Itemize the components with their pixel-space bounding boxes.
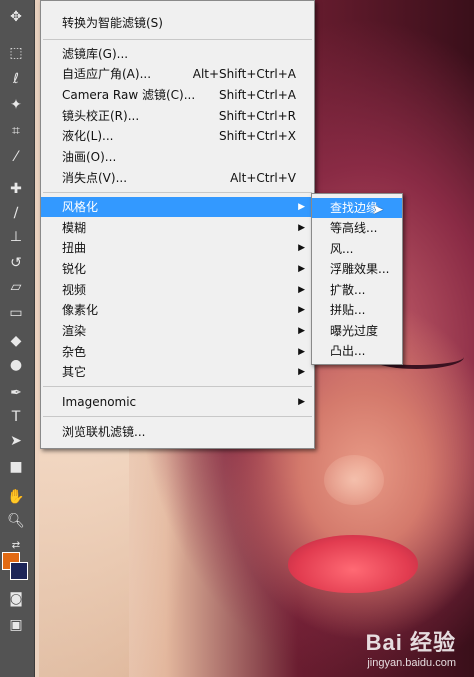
path-selection-tool-icon[interactable]: ➤ — [3, 430, 29, 452]
submenu-item-solarize[interactable]: 曝光过度 — [312, 321, 402, 341]
menu-item-imagenomic[interactable]: Imagenomic ▶ — [41, 392, 314, 412]
menu-item-filter-gallery[interactable]: 滤镜库(G)... — [41, 44, 314, 64]
marquee-tool-icon[interactable]: ⬚ — [3, 42, 29, 64]
menu-separator — [43, 39, 312, 40]
menu-item-noise[interactable]: 杂色 ▶ — [41, 342, 314, 362]
submenu-item-wind[interactable]: 风... — [312, 239, 402, 259]
submenu-item-tiles[interactable]: 拼贴... — [312, 300, 402, 320]
blur-tool-icon[interactable]: ◆ — [3, 330, 29, 352]
photo-lips-region — [288, 535, 418, 593]
menu-separator — [43, 192, 312, 193]
stylize-submenu: 查找边缘 等高线... 风... 浮雕效果... 扩散... 拼贴... 曝光过… — [311, 193, 403, 365]
healing-brush-tool-icon[interactable]: ✚ — [3, 178, 29, 200]
lasso-tool-icon[interactable]: ℓ — [3, 68, 29, 90]
zoom-tool-icon[interactable]: 🔍︎ — [3, 510, 29, 532]
rectangle-tool-icon[interactable]: ■ — [3, 456, 29, 478]
watermark: Bai 经验 jingyan.baidu.com — [366, 625, 456, 669]
menu-item-sharpen[interactable]: 锐化 ▶ — [41, 259, 314, 279]
hand-tool-icon[interactable]: ✋ — [3, 486, 29, 508]
brush-tool-icon[interactable]: ∕ — [3, 202, 29, 224]
menu-item-blur[interactable]: 模糊 ▶ — [41, 218, 314, 238]
pen-tool-icon[interactable]: ✒ — [3, 382, 29, 404]
menu-item-adaptive-wide-angle[interactable]: 自适应广角(A)... Alt+Shift+Ctrl+A — [41, 64, 314, 84]
menu-item-vanishing-point[interactable]: 消失点(V)... Alt+Ctrl+V — [41, 168, 314, 188]
dodge-tool-icon[interactable]: ● — [3, 354, 29, 376]
history-brush-tool-icon[interactable]: ↺ — [3, 252, 29, 274]
clone-stamp-tool-icon[interactable]: ⊥ — [3, 226, 29, 248]
submenu-item-emboss[interactable]: 浮雕效果... — [312, 259, 402, 279]
menu-item-camera-raw[interactable]: Camera Raw 滤镜(C)... Shift+Ctrl+A — [41, 85, 314, 105]
menu-item-liquify[interactable]: 液化(L)... Shift+Ctrl+X — [41, 126, 314, 146]
menu-item-other[interactable]: 其它 ▶ — [41, 362, 314, 382]
menu-separator — [43, 386, 312, 387]
menu-item-render[interactable]: 渲染 ▶ — [41, 321, 314, 341]
menu-item-lens-correction[interactable]: 镜头校正(R)... Shift+Ctrl+R — [41, 106, 314, 126]
menu-item-pixelate[interactable]: 像素化 ▶ — [41, 300, 314, 320]
tools-panel: ✥ ⬚ ℓ ✦ ⌗ ⁄ ✚ ∕ ⊥ ↺ ▱ ▭ ◆ ● ✒ T ➤ ■ ✋ 🔍︎… — [0, 0, 35, 677]
watermark-url: jingyan.baidu.com — [367, 657, 456, 669]
magic-wand-tool-icon[interactable]: ✦ — [3, 94, 29, 116]
gradient-tool-icon[interactable]: ▭ — [3, 302, 29, 324]
submenu-item-contour[interactable]: 等高线... — [312, 218, 402, 238]
submenu-item-diffuse[interactable]: 扩散... — [312, 280, 402, 300]
mouse-cursor-icon: ➤ — [372, 202, 384, 218]
screen-mode-icon[interactable]: ▣ — [3, 614, 29, 636]
menu-item-distort[interactable]: 扭曲 ▶ — [41, 238, 314, 258]
menu-item-video[interactable]: 视频 ▶ — [41, 280, 314, 300]
submenu-item-find-edges[interactable]: 查找边缘 — [312, 198, 402, 218]
menu-item-stylize[interactable]: 风格化 ▶ — [41, 197, 314, 217]
filter-menu: 转换为智能滤镜(S) 滤镜库(G)... 自适应广角(A)... Alt+Shif… — [40, 0, 315, 449]
submenu-item-extrude[interactable]: 凸出... — [312, 341, 402, 361]
quick-mask-icon[interactable]: ◙ — [3, 588, 29, 610]
eyedropper-tool-icon[interactable]: ⁄ — [3, 146, 29, 168]
type-tool-icon[interactable]: T — [3, 406, 29, 428]
move-tool-icon[interactable]: ✥ — [3, 6, 29, 28]
menu-separator — [43, 416, 312, 417]
menu-item-convert-smart-filters[interactable]: 转换为智能滤镜(S) — [41, 13, 314, 33]
menu-item-browse-online-filters[interactable]: 浏览联机滤镜... — [41, 422, 314, 442]
photo-nose-region — [324, 455, 384, 505]
background-color-swatch[interactable] — [10, 562, 28, 580]
watermark-logo: Bai 经验 — [365, 630, 456, 655]
menu-item-oil-paint[interactable]: 油画(O)... — [41, 147, 314, 167]
crop-tool-icon[interactable]: ⌗ — [3, 120, 29, 142]
eraser-tool-icon[interactable]: ▱ — [3, 276, 29, 298]
